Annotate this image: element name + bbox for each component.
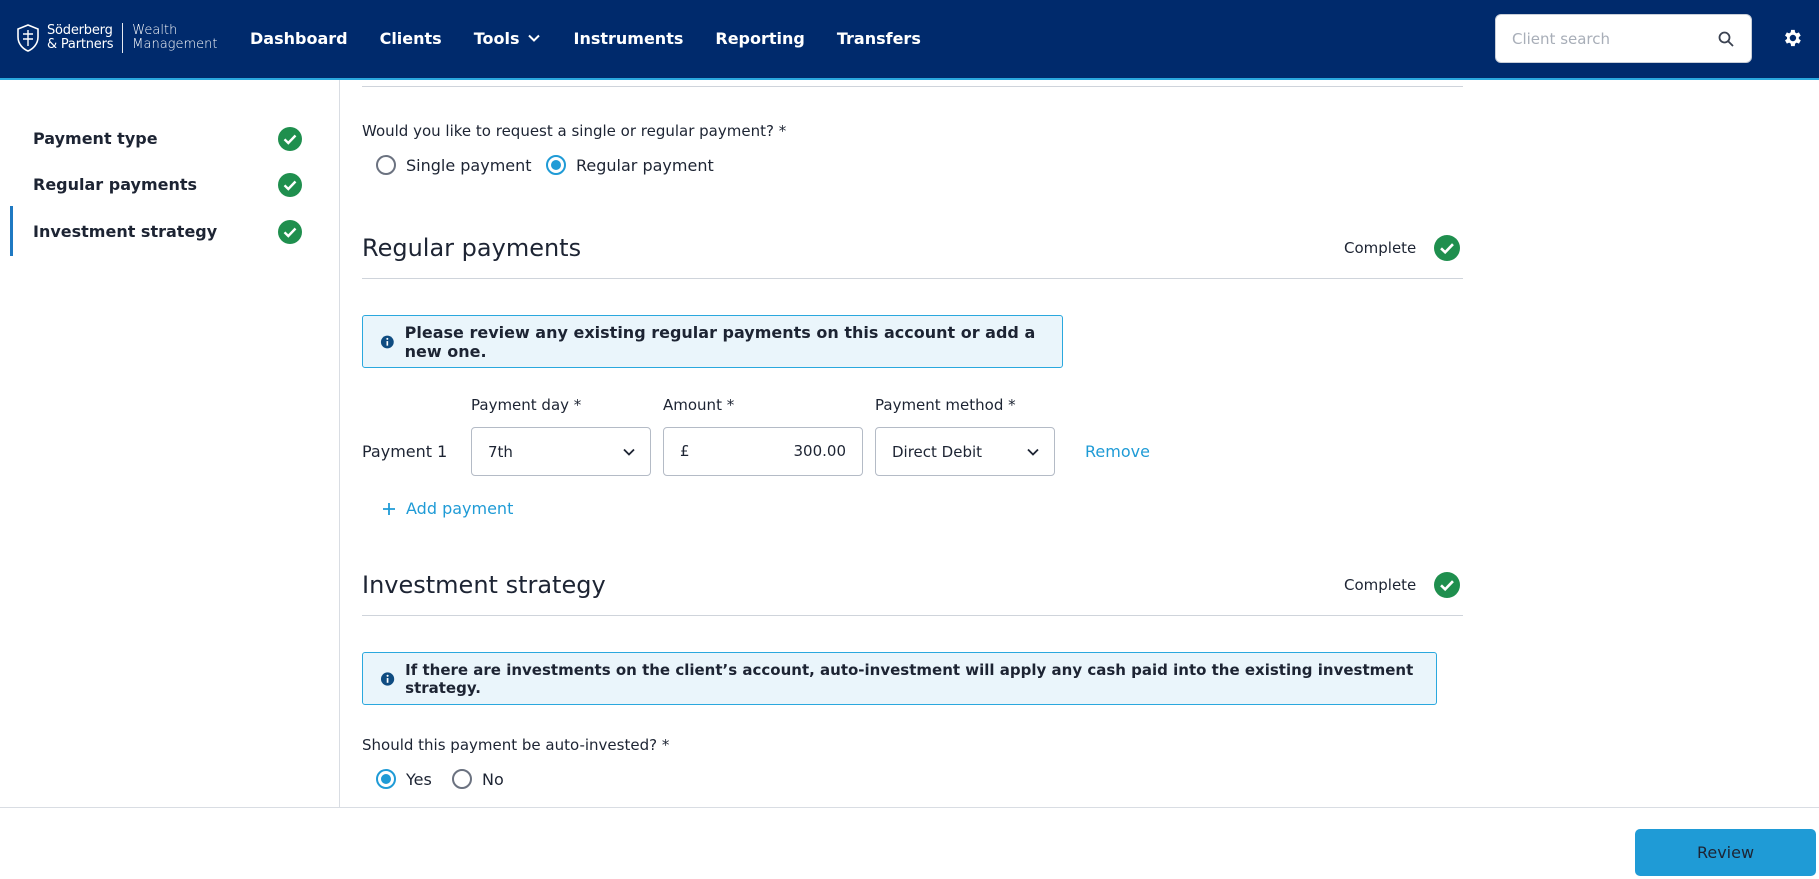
radio-circle xyxy=(546,155,566,175)
nav-transfers-label: Transfers xyxy=(836,28,921,48)
investment-strategy-status: Complete xyxy=(1344,572,1461,598)
radio-circle xyxy=(376,769,396,789)
nav-transfers[interactable]: Transfers xyxy=(837,29,921,48)
logo-brand-line2: & Partners xyxy=(47,37,114,52)
search-icon[interactable] xyxy=(1717,30,1735,48)
amount-label: Amount * xyxy=(663,396,735,414)
nav-reporting-label: Reporting xyxy=(715,28,805,48)
radio-auto-invest-yes[interactable]: Yes xyxy=(376,769,432,789)
currency-symbol: £ xyxy=(680,442,690,460)
info-text: Please review any existing regular payme… xyxy=(404,322,1036,361)
amount-value: 300.00 xyxy=(793,442,847,460)
remove-payment-link[interactable]: Remove xyxy=(1085,442,1150,461)
client-search-input[interactable] xyxy=(1512,29,1702,49)
footer-bar: Review xyxy=(0,807,1819,879)
regular-payments-status: Complete xyxy=(1344,235,1461,261)
add-payment-link[interactable]: Add payment xyxy=(382,499,513,518)
radio-circle xyxy=(376,155,396,175)
radio-regular-payment[interactable]: Regular payment xyxy=(546,155,714,175)
radio-circle xyxy=(452,769,472,789)
nav-clients-label: Clients xyxy=(379,28,442,48)
company-logo[interactable]: Söderberg & Partners Wealth Management xyxy=(16,22,217,54)
sidebar-item-label: Payment type xyxy=(33,128,158,148)
sidebar-item-regular-payments[interactable]: Regular payments xyxy=(10,159,310,209)
check-circle-icon xyxy=(1434,235,1461,261)
review-button[interactable]: Review xyxy=(1635,829,1816,876)
check-circle-icon xyxy=(278,220,302,244)
radio-single-payment[interactable]: Single payment xyxy=(376,155,532,175)
steps-sidebar: Payment type Regular payments Investment… xyxy=(0,80,340,807)
logo-wm-line2: Management xyxy=(132,37,218,52)
info-text: If there are investments on the client’s… xyxy=(405,660,1414,697)
nav-instruments-label: Instruments xyxy=(573,28,684,48)
sidebar-item-payment-type[interactable]: Payment type xyxy=(10,113,310,163)
logo-brand-line1: Söderberg xyxy=(47,23,113,38)
nav-instruments[interactable]: Instruments xyxy=(573,29,683,48)
radio-label: Regular payment xyxy=(576,155,714,175)
radio-label: No xyxy=(482,769,504,789)
payment-method-value: Direct Debit xyxy=(892,442,983,461)
status-label: Complete xyxy=(1344,576,1417,594)
payment-method-select[interactable]: Direct Debit xyxy=(875,427,1055,476)
info-icon xyxy=(380,671,395,686)
payment-row-label: Payment 1 xyxy=(362,442,448,461)
nav-dashboard[interactable]: Dashboard xyxy=(250,29,348,48)
logo-brand-text: Söderberg & Partners xyxy=(47,24,113,52)
section-divider xyxy=(362,278,1463,279)
nav-dashboard-label: Dashboard xyxy=(250,28,348,48)
logo-divider xyxy=(122,23,124,53)
chevron-down-icon xyxy=(528,34,541,42)
chevron-down-icon xyxy=(1027,448,1039,456)
regular-payments-info-box: Please review any existing regular payme… xyxy=(362,315,1063,368)
add-payment-label: Add payment xyxy=(406,499,514,518)
logo-wm-text: Wealth Management xyxy=(132,24,217,52)
investment-strategy-info-box: If there are investments on the client’s… xyxy=(362,652,1437,705)
info-icon xyxy=(380,335,394,348)
sidebar-item-label: Investment strategy xyxy=(33,221,218,241)
section-divider xyxy=(362,86,1463,87)
top-nav-bar: Söderberg & Partners Wealth Management D… xyxy=(0,0,1819,78)
client-search-box xyxy=(1495,14,1752,63)
nav-tools[interactable]: Tools xyxy=(474,29,542,48)
plus-icon xyxy=(383,502,395,515)
shield-logo-icon xyxy=(17,24,39,52)
amount-input[interactable]: £ 300.00 xyxy=(663,427,863,476)
main-nav: Dashboard Clients Tools Instruments Repo… xyxy=(250,0,953,76)
radio-label: Single payment xyxy=(406,155,532,175)
radio-auto-invest-no[interactable]: No xyxy=(452,769,504,789)
check-circle-icon xyxy=(278,173,302,197)
payment-day-value: 7th xyxy=(488,442,513,461)
investment-strategy-title: Investment strategy xyxy=(362,571,606,599)
auto-invest-question: Should this payment be auto-invested? * xyxy=(362,736,670,754)
sidebar-item-investment-strategy[interactable]: Investment strategy xyxy=(10,206,310,256)
regular-payments-title: Regular payments xyxy=(362,234,582,262)
nav-tools-label: Tools xyxy=(473,28,520,48)
logo-wm-line1: Wealth xyxy=(132,23,178,38)
check-circle-icon xyxy=(278,127,302,151)
radio-label: Yes xyxy=(406,769,432,789)
gear-icon[interactable] xyxy=(1781,27,1803,49)
status-label: Complete xyxy=(1344,239,1417,257)
payment-type-question: Would you like to request a single or re… xyxy=(362,122,787,140)
main-content: Would you like to request a single or re… xyxy=(341,80,1819,807)
page: Söderberg & Partners Wealth Management D… xyxy=(0,0,1819,879)
payment-method-label: Payment method * xyxy=(875,396,1016,414)
section-divider xyxy=(362,615,1463,616)
nav-clients[interactable]: Clients xyxy=(380,29,442,48)
payment-day-select[interactable]: 7th xyxy=(471,427,651,476)
chevron-down-icon xyxy=(623,448,635,456)
nav-reporting[interactable]: Reporting xyxy=(715,29,804,48)
check-circle-icon xyxy=(1434,572,1461,598)
payment-day-label: Payment day * xyxy=(471,396,582,414)
sidebar-item-label: Regular payments xyxy=(33,174,198,194)
